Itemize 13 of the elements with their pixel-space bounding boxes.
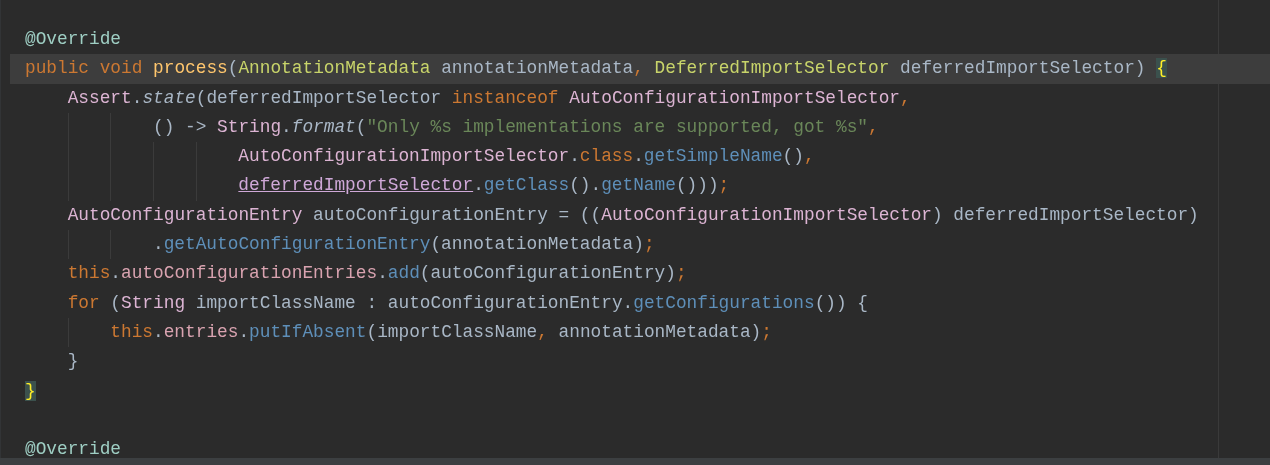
code-line: .getAutoConfigurationEntry(annotationMetadata); xyxy=(153,233,655,257)
code-line: deferredImportSelector.getClass().getName())); xyxy=(238,174,730,198)
code-line: @Override xyxy=(25,28,122,51)
code-line: this.autoConfigurationEntries.add(autoConfigurationEntry); xyxy=(67,262,687,286)
code-line: AutoConfigurationEntry autoConfigurationEntry = ((AutoConfigurationImportSelector) deferredImportSelector) xyxy=(67,203,1199,227)
code-line: AutoConfigurationImportSelector.class.getSimpleName(), xyxy=(238,145,815,169)
code-line: } xyxy=(67,350,79,374)
code-line: public void process(AnnotationMetadata annotationMetadata, DeferredImportSelector deferredImportSelector) { xyxy=(25,57,1167,81)
code-line: this.entries.putIfAbsent(importClassName, annotationMetadata); xyxy=(110,320,772,344)
code-line: Assert.state(deferredImportSelector instanceof AutoConfigurationImportSelector, xyxy=(67,86,911,110)
code-line: @Override xyxy=(25,438,122,462)
code-line: () -> String.format("Only %s implementations are supported, got %s", xyxy=(153,115,879,139)
code-line: for (String importClassName : autoConfigurationEntry.getConfigurations()) { xyxy=(67,291,868,315)
